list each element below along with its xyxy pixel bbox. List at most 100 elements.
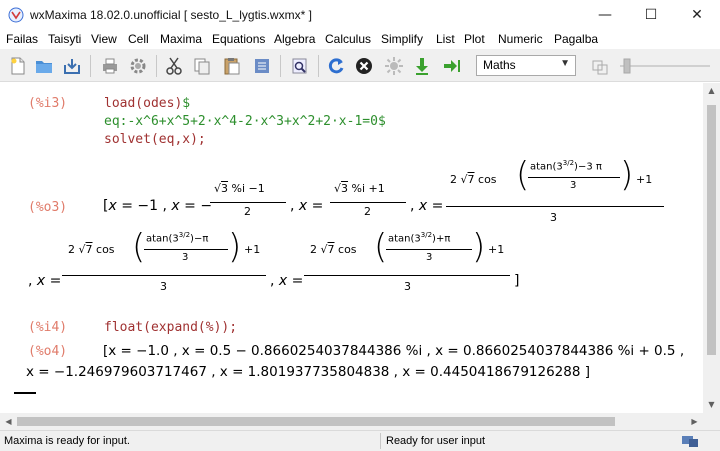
- scroll-up-icon[interactable]: ▲: [703, 83, 720, 99]
- menu-taisyti[interactable]: Taisyti: [48, 32, 81, 46]
- maximize-button[interactable]: ☐: [628, 0, 674, 30]
- input-cell-i4[interactable]: float(expand(%));: [104, 320, 237, 335]
- vertical-scroll-thumb[interactable]: [707, 105, 716, 355]
- output-o3-part2: , x =: [290, 198, 324, 214]
- code-terminator: $: [182, 96, 191, 111]
- scroll-down-icon[interactable]: ▼: [703, 397, 720, 413]
- code-terminator: $: [377, 114, 386, 129]
- frac5-inner-denominator: 3: [426, 252, 433, 263]
- copy-icon[interactable]: [192, 56, 212, 76]
- stop-icon[interactable]: [354, 56, 374, 76]
- frac3-numerator: 2 √7 cos: [450, 173, 497, 186]
- frac5-numerator: 2 √7 cos: [310, 243, 357, 256]
- refresh-icon[interactable]: [326, 56, 346, 76]
- animation-icon[interactable]: [590, 56, 610, 76]
- output-o4-line2: x = −1.246979603717467 , x = 1.801937735…: [26, 364, 591, 380]
- menu-failas[interactable]: Failas: [6, 32, 38, 46]
- menu-equations[interactable]: Equations: [212, 32, 265, 46]
- frac5-plus-one: +1: [488, 243, 505, 256]
- fraction-bar: [446, 206, 664, 207]
- right-paren: ): [228, 227, 242, 267]
- status-bar: Maxima is ready for input. Ready for use…: [0, 430, 720, 451]
- find-icon[interactable]: [290, 56, 310, 76]
- toolbar-separator: [280, 55, 281, 77]
- frac2-numerator: √3 %i +1: [334, 182, 385, 195]
- menu-plot[interactable]: Plot: [464, 32, 485, 46]
- status-message: Maxima is ready for input.: [4, 435, 130, 447]
- output-label-o3: (%o3): [28, 200, 68, 215]
- frac4-plus-one: +1: [244, 243, 261, 256]
- fraction-bar: [304, 275, 510, 276]
- cell-type-select[interactable]: Maths ▼: [476, 55, 576, 76]
- interrupt-icon[interactable]: [384, 56, 404, 76]
- cut-icon[interactable]: [164, 56, 184, 76]
- right-paren: ): [620, 155, 634, 195]
- menu-bar: Failas Taisyti View Cell Maxima Equation…: [0, 30, 720, 49]
- frac4-denominator: 3: [160, 280, 167, 293]
- horizontal-scroll-thumb[interactable]: [17, 417, 615, 426]
- input-label-i4: (%i4): [28, 320, 68, 335]
- step-down-icon[interactable]: [412, 56, 432, 76]
- title-bar: wxMaxima 18.02.0.unofficial [ sesto_L_ly…: [0, 0, 720, 30]
- menu-list[interactable]: List: [436, 32, 455, 46]
- settings-icon[interactable]: [128, 56, 148, 76]
- output-o3-part3: , x =: [410, 198, 444, 214]
- fraction-bar: [144, 249, 228, 250]
- minimize-button[interactable]: —: [582, 0, 628, 30]
- horizontal-scrollbar[interactable]: ◀ ▶: [0, 413, 703, 430]
- input-cell-i3-line2[interactable]: eq:-x^6+x^5+2·x^4-2·x^3+x^2+2·x-1=0$: [104, 114, 386, 129]
- fraction-bar: [528, 177, 620, 178]
- toolbar-separator: [156, 55, 157, 77]
- code-solvet: solvet(eq,x);: [104, 132, 206, 147]
- frac3-denominator: 3: [550, 211, 557, 224]
- select-all-icon[interactable]: [252, 56, 272, 76]
- right-paren: ): [472, 227, 486, 267]
- frac2-denominator: 2: [364, 205, 371, 218]
- frac3-plus-one: +1: [636, 173, 653, 186]
- scroll-right-icon[interactable]: ▶: [686, 413, 703, 430]
- frac1-numerator: √3 %i −1: [214, 182, 265, 195]
- cell-type-value: Maths: [483, 58, 516, 72]
- frac4-numerator: 2 √7 cos: [68, 243, 115, 256]
- vertical-scrollbar[interactable]: ▲ ▼: [703, 83, 720, 413]
- print-icon[interactable]: [100, 56, 120, 76]
- new-file-icon[interactable]: [8, 56, 28, 76]
- menu-cell[interactable]: Cell: [128, 32, 149, 46]
- menu-calculus[interactable]: Calculus: [325, 32, 371, 46]
- menu-pagalba[interactable]: Pagalba: [554, 32, 598, 46]
- run-to-end-icon[interactable]: [442, 56, 462, 76]
- fraction-bar: [330, 202, 406, 203]
- code-load-odes: load(odes): [104, 96, 183, 111]
- scrollbar-corner: [703, 413, 720, 430]
- frac4-inner-denominator: 3: [182, 252, 189, 263]
- left-paren: (: [516, 155, 530, 195]
- output-o3-part1: [x = −1 , x = −: [103, 198, 213, 214]
- close-button[interactable]: ✕: [674, 0, 720, 30]
- menu-maxima[interactable]: Maxima: [160, 32, 202, 46]
- input-cell-i3-line1[interactable]: load(odes)$: [104, 96, 190, 111]
- paste-icon[interactable]: [222, 56, 242, 76]
- animation-slider[interactable]: [620, 57, 710, 75]
- scroll-left-icon[interactable]: ◀: [0, 413, 17, 430]
- code-equation: eq:-x^6+x^5+2·x^4-2·x^3+x^2+2·x-1=0: [104, 114, 378, 129]
- input-cell-i3-line3[interactable]: solvet(eq,x);: [104, 132, 206, 147]
- menu-simplify[interactable]: Simplify: [381, 32, 423, 46]
- wxmaxima-app-icon: [8, 7, 24, 23]
- left-paren: (: [132, 227, 146, 267]
- menu-numeric[interactable]: Numeric: [498, 32, 543, 46]
- open-folder-icon[interactable]: [34, 56, 54, 76]
- menu-view[interactable]: View: [91, 32, 117, 46]
- menu-algebra[interactable]: Algebra: [274, 32, 315, 46]
- output-o4-line1: [x = −1.0 , x = 0.5 − 0.8660254037844386…: [103, 343, 685, 359]
- window-title: wxMaxima 18.02.0.unofficial [ sesto_L_ly…: [30, 8, 312, 22]
- output-o3-close-bracket: ]: [514, 273, 520, 289]
- status-ready: Ready for user input: [386, 435, 486, 447]
- save-icon[interactable]: [62, 56, 82, 76]
- frac5-inner-numerator: atan(33/2)+π: [388, 231, 451, 245]
- worksheet[interactable]: (%i3) load(odes)$ eq:-x^6+x^5+2·x^4-2·x^…: [0, 83, 703, 413]
- toolbar-separator: [318, 55, 319, 77]
- input-label-i3: (%i3): [28, 96, 68, 111]
- toolbar: Maths ▼: [0, 49, 720, 82]
- fraction-bar: [62, 275, 266, 276]
- toolbar-separator: [90, 55, 91, 77]
